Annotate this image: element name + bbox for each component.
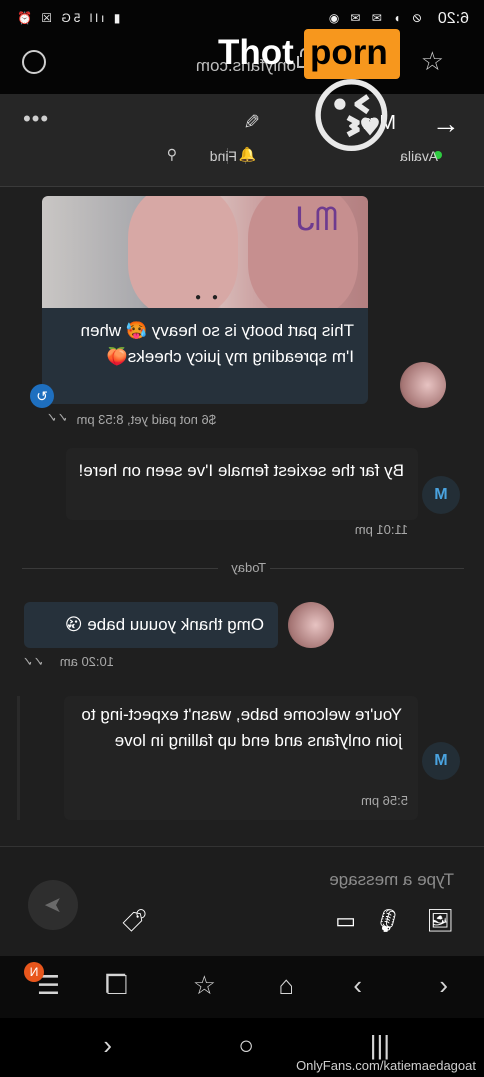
avatar[interactable]: M	[422, 742, 460, 780]
media-pager-dots[interactable]: ● ●	[191, 292, 218, 303]
message-input[interactable]: Type a message	[329, 870, 454, 890]
message-bubble-outgoing: You're welcome babe, wasn't expect-ing t…	[64, 696, 418, 820]
message-bubble-outgoing: By far the sexiest female I've seen on h…	[66, 448, 418, 520]
availability-text: Availa	[400, 148, 438, 164]
scroll-edge	[17, 696, 20, 820]
chat-header	[0, 94, 484, 187]
status-time: 6:20	[437, 10, 469, 27]
recents-icon[interactable]: |||	[370, 1030, 390, 1061]
image-icon[interactable]: 🖼	[426, 908, 454, 934]
back-arrow-icon[interactable]: ←	[432, 108, 460, 140]
date-divider-line	[22, 568, 218, 569]
repeat-icon[interactable]: ↻	[30, 384, 54, 408]
message-meta: 11:01 pm	[354, 522, 408, 537]
date-divider-label: Today	[231, 560, 266, 575]
status-system-icons: ▮ ıll 5G ☒ ⏰	[14, 11, 121, 25]
media-image-part	[128, 196, 238, 308]
message-meta: 5:56 pm	[361, 793, 408, 808]
message-bubble-incoming: Omg thank youuu babe 😘	[24, 602, 278, 648]
more-options-icon[interactable]: •••	[22, 106, 48, 132]
avatar[interactable]: M	[422, 476, 460, 514]
price-tag-icon[interactable]: 🏷	[120, 908, 148, 934]
screen: 6:20 ⊘ ◗ ✉ ✉ ◉ ▮ ıll 5G ☒ ⏰ ☆ onlyfans.c…	[0, 0, 484, 1077]
back-chevron-icon[interactable]: ‹	[103, 1030, 112, 1061]
tabs-icon[interactable]: ❐	[105, 970, 128, 1001]
microphone-icon[interactable]: 🎙	[374, 908, 402, 934]
message-text: This part booty is so heavy 🥵 when I'm s…	[80, 321, 354, 366]
bookmarks-star-icon[interactable]: ☆	[193, 970, 216, 1001]
kiss-emoji-sticker: 😘	[308, 72, 394, 163]
video-icon[interactable]: ▭	[335, 908, 356, 934]
double-check-icon: ✓✓	[22, 654, 44, 669]
double-check-icon: ✓✓	[46, 410, 68, 425]
bell-icon[interactable]: 🔔	[239, 146, 256, 163]
bookmark-star-icon[interactable]: ☆	[421, 46, 444, 77]
profile-circle-icon[interactable]	[22, 50, 46, 74]
message-meta: 10:20 am	[59, 654, 114, 669]
back-icon[interactable]: ‹	[439, 970, 448, 1001]
message-meta: $6 not paid yet, 8:53 pm	[76, 412, 216, 427]
date-divider-line	[270, 568, 464, 569]
watermark-url: OnlyFans.com/katiemaedagoat	[296, 1058, 476, 1073]
send-icon[interactable]: ➤	[28, 880, 78, 930]
browser-nav-bar	[0, 956, 484, 1018]
avatar[interactable]	[400, 362, 446, 408]
media-tattoo-art: ᗰᒍ	[294, 201, 338, 237]
menu-badge: N	[24, 962, 44, 982]
search-icon[interactable]: ⚲	[167, 146, 177, 163]
home-circle-icon[interactable]: ○	[238, 1030, 254, 1061]
message-text: You're welcome babe, wasn't expect-ing t…	[81, 705, 402, 750]
media-attachment[interactable]: ᗰᒍ ● ●	[42, 196, 368, 308]
forward-icon[interactable]: ›	[353, 970, 362, 1001]
message-text: Omg thank youuu babe 😘	[64, 615, 264, 634]
logo-text-white: Thot	[218, 33, 294, 72]
message-bubble-incoming: This part booty is so heavy 🥵 when I'm s…	[42, 308, 368, 404]
status-notification-icons: ⊘ ◗ ✉ ✉ ◉	[324, 11, 422, 25]
edit-pencil-icon[interactable]: ✎	[243, 110, 260, 135]
home-icon[interactable]: ⌂	[278, 970, 294, 1001]
find-button[interactable]: Find	[210, 148, 237, 164]
message-text: By far the sexiest female I've seen on h…	[78, 461, 404, 480]
avatar[interactable]	[288, 602, 334, 648]
logo-text-orange: porn	[310, 33, 388, 72]
